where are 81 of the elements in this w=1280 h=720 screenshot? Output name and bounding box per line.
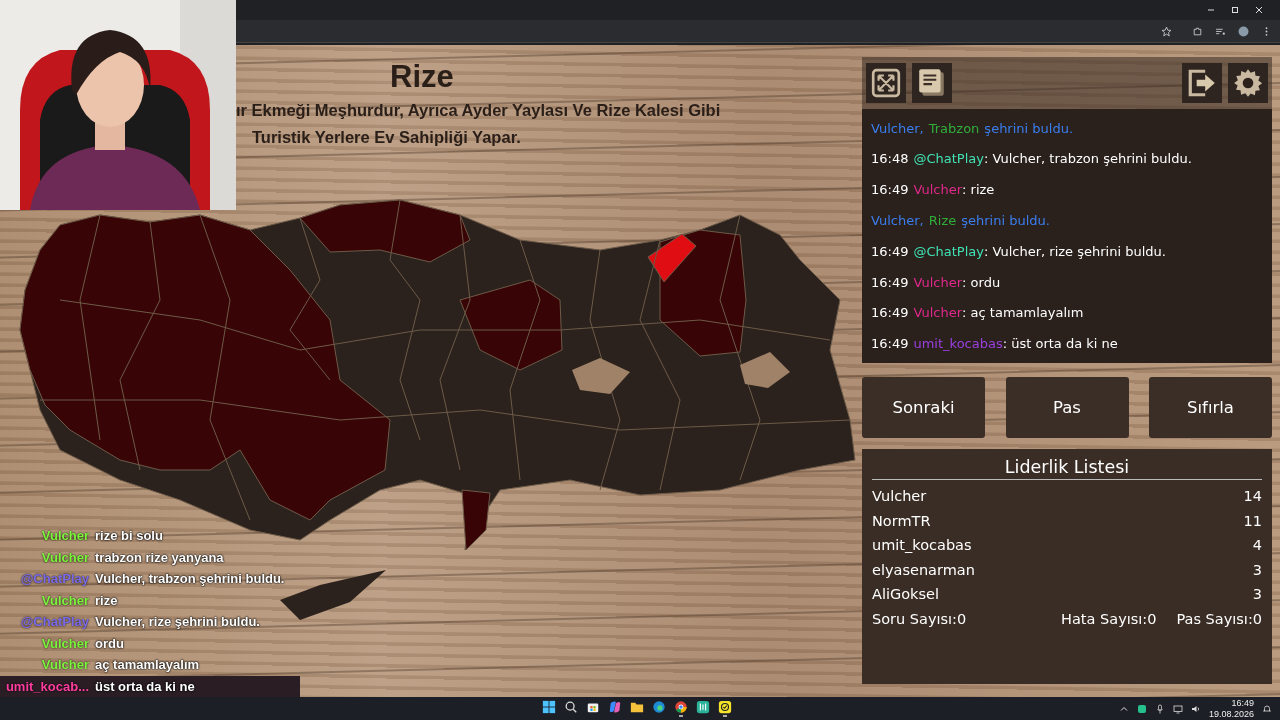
- speaker-icon[interactable]: [1190, 703, 1201, 714]
- player-name: AliGoksel: [872, 585, 939, 604]
- chat-message: Vulcher, trabzon şehrini buldu.: [95, 570, 286, 588]
- chat-message: rize: [95, 591, 119, 610]
- player-score: 3: [1252, 560, 1262, 580]
- game-button[interactable]: Pas: [1005, 377, 1129, 438]
- chat-message: : rize: [962, 182, 995, 198]
- stat-text: Pas Sayısı:0: [1176, 609, 1262, 629]
- player-score: 14: [1243, 487, 1262, 506]
- chat-message: : ordu: [962, 274, 1001, 290]
- chrome-icon[interactable]: [673, 700, 688, 714]
- chat-message: ordu: [95, 634, 125, 653]
- chat-message: şehrini buldu.: [961, 212, 1050, 228]
- city-description: Turistik Yerlere Ev Sahipliği Yapar.: [252, 127, 521, 148]
- chat-message: : Vulcher, trabzon şehrini buldu.: [983, 151, 1192, 167]
- chat-message: trabzon rize yanyana: [95, 548, 225, 567]
- clock-time[interactable]: 16:49: [1231, 698, 1254, 709]
- chat-username: Vulcher: [41, 634, 89, 653]
- chat-message: rize bi solu: [95, 527, 164, 545]
- star-icon[interactable]: [1161, 25, 1172, 37]
- city-name: Rize: [928, 212, 957, 228]
- chat-message: : aç tamamlayalım: [962, 305, 1084, 321]
- chat-username: Vulcher: [41, 656, 89, 674]
- player-name: NormTR: [872, 511, 931, 531]
- windows-icon[interactable]: [541, 700, 556, 714]
- exit-button[interactable]: [1182, 63, 1222, 103]
- chat-username: umit_kocab...: [5, 677, 89, 696]
- player-name: umit_kocabas: [872, 536, 972, 555]
- chat-username: Vulcher,: [871, 120, 924, 136]
- settings-button[interactable]: [1228, 63, 1268, 103]
- stat-text: Hata Sayısı:0: [1061, 609, 1157, 629]
- chat-message: şehrini buldu.: [984, 120, 1074, 136]
- city-name: Trabzon: [928, 120, 980, 136]
- chat-message: üst orta da ki ne: [95, 677, 196, 696]
- extensions-icon[interactable]: [1192, 25, 1203, 37]
- restore-icon[interactable]: [1230, 5, 1240, 15]
- search-icon[interactable]: [563, 700, 578, 714]
- chat-username: @ChatPlay: [913, 243, 984, 259]
- leaderboard-title: Liderlik Listesi: [872, 457, 1262, 480]
- chat-time: 16:48: [871, 151, 909, 167]
- chat-message: : üst orta da ki ne: [1002, 336, 1118, 352]
- chat-message: aç tamamlayalım: [95, 656, 201, 674]
- chat-username: Vulcher,: [871, 212, 924, 228]
- stat-text: Soru Sayısı:0: [872, 609, 968, 629]
- chat-username: @ChatPlay: [20, 570, 89, 588]
- city-description: ır Ekmeği Meşhurdur, Ayrıca Ayder Yaylası Ve Rize Kalesi Gibi: [236, 100, 721, 121]
- chat-username: @ChatPlay: [20, 613, 89, 631]
- game-button[interactable]: Sonraki: [862, 377, 985, 438]
- microphone-icon[interactable]: [1154, 703, 1165, 714]
- app-icon[interactable]: [1136, 703, 1147, 714]
- chat-username: Vulcher: [41, 548, 89, 567]
- notification-icon[interactable]: [1262, 703, 1272, 714]
- player-score: 3: [1252, 585, 1262, 604]
- close-icon[interactable]: [1254, 5, 1264, 15]
- chat-time: 16:49: [871, 243, 909, 259]
- chat-time: 16:49: [871, 182, 909, 198]
- chat-time: 16:49: [871, 274, 909, 290]
- checklist-icon[interactable]: [717, 700, 732, 714]
- clock-date[interactable]: 19.08.2026: [1208, 708, 1254, 719]
- chat-message: : Vulcher, rize şehrini buldu.: [983, 243, 1166, 259]
- chat-username: umit_kocabas: [913, 336, 1003, 352]
- copilot-icon[interactable]: [607, 700, 622, 714]
- edge-icon[interactable]: [651, 700, 666, 714]
- folder-icon[interactable]: [629, 700, 644, 714]
- player-name: Vulcher: [872, 487, 927, 506]
- chat-username: @ChatPlay: [913, 151, 984, 167]
- fullscreen-button[interactable]: [866, 63, 906, 103]
- monitor-icon[interactable]: [1172, 703, 1183, 714]
- chat-time: 16:49: [871, 305, 909, 321]
- chat-username: Vulcher: [41, 591, 89, 610]
- player-name: elyasenarman: [872, 560, 975, 580]
- chat-username: Vulcher: [41, 527, 89, 545]
- game-button[interactable]: Sıfırla: [1149, 377, 1272, 438]
- chat-message: Vulcher, rize şehrini buldu.: [95, 613, 261, 631]
- player-score: 4: [1252, 536, 1262, 555]
- app-icon[interactable]: [695, 700, 710, 714]
- notes-button[interactable]: [912, 63, 952, 103]
- chat-time: 16:49: [871, 336, 909, 352]
- city-title: Rize: [390, 59, 454, 95]
- player-score: 11: [1243, 511, 1262, 531]
- profile-avatar[interactable]: [1238, 25, 1249, 37]
